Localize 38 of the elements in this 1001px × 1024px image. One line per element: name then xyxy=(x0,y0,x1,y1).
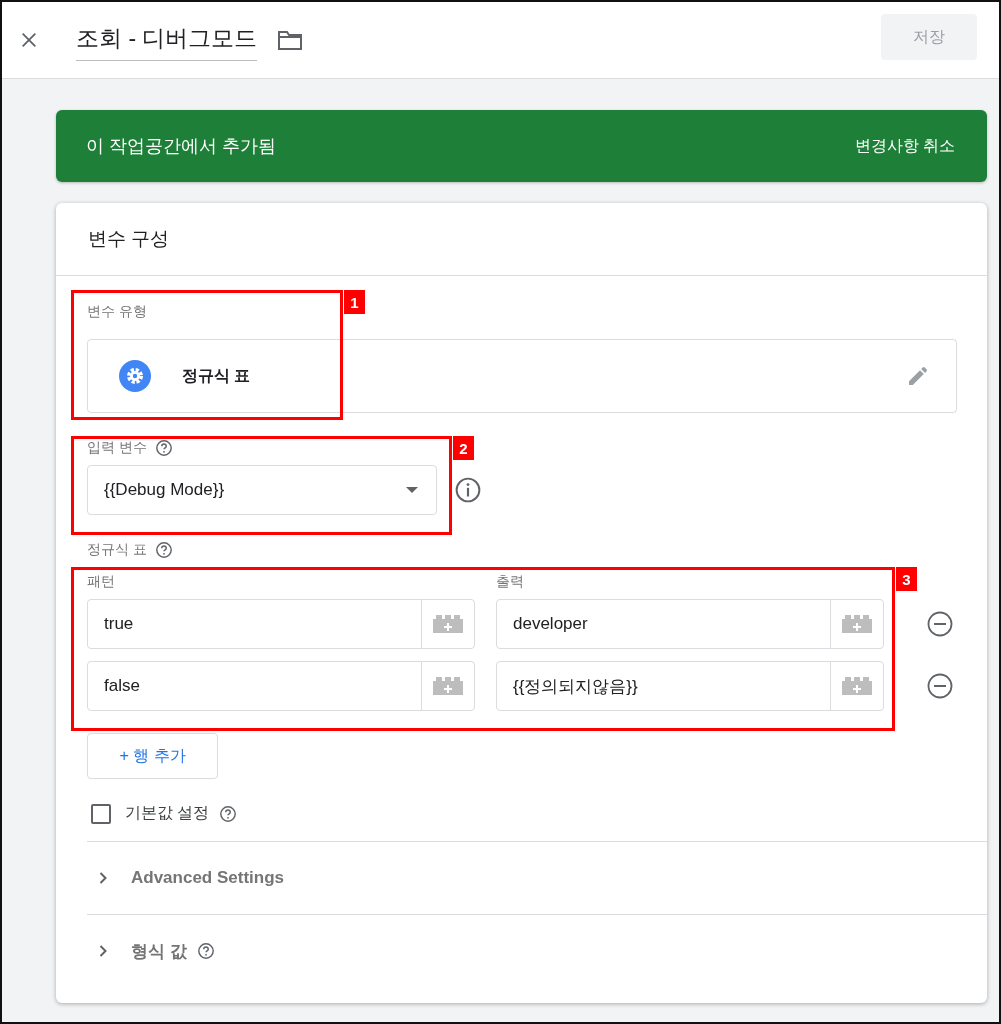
help-icon[interactable] xyxy=(154,541,173,559)
tag-title[interactable]: 조회 - 디버그모드 xyxy=(76,19,258,61)
annotation-number: 1 xyxy=(344,290,365,314)
help-icon[interactable] xyxy=(196,942,215,960)
add-row-button[interactable]: + 행 추가 xyxy=(87,733,218,779)
output-field[interactable]: developer xyxy=(496,599,884,649)
field-label: 정규식 표 xyxy=(87,541,147,559)
field-label: 입력 변수 xyxy=(87,439,147,457)
card-title: 변수 구성 xyxy=(56,203,987,276)
chevron-icon[interactable] xyxy=(99,945,107,957)
remove-row-icon[interactable] xyxy=(927,611,953,637)
edit-icon[interactable] xyxy=(906,364,930,388)
help-icon[interactable] xyxy=(219,804,238,823)
input-variable-dropdown[interactable]: {{Debug Mode}} xyxy=(87,465,437,515)
remove-row-icon[interactable] xyxy=(927,673,953,699)
help-icon[interactable] xyxy=(154,439,173,457)
annotation-number: 3 xyxy=(896,567,917,591)
pattern-field[interactable]: false xyxy=(87,661,475,711)
banner-message: 이 작업공간에서 추가됨 xyxy=(86,135,276,158)
field-label: 변수 유형 xyxy=(87,303,147,319)
variable-type-name: 정규식 표 xyxy=(182,365,251,386)
checkbox-label: 기본값 설정 xyxy=(125,803,210,823)
gear-icon xyxy=(119,360,151,392)
output-field[interactable]: {{정의되지않음}} xyxy=(496,661,884,711)
column-header: 출력 xyxy=(496,573,525,591)
section-header[interactable]: Advanced Settings xyxy=(131,868,285,888)
discard-changes-link[interactable]: 변경사항 취소 xyxy=(854,135,955,157)
close-icon[interactable] xyxy=(20,31,38,49)
annotation-number: 2 xyxy=(453,436,474,460)
folder-icon[interactable] xyxy=(277,29,304,51)
info-icon[interactable] xyxy=(455,477,481,503)
caret-icon xyxy=(406,487,418,493)
pattern-field[interactable]: true xyxy=(87,599,475,649)
variable-type-card[interactable]: 정규식 표 xyxy=(87,339,957,413)
chevron-icon[interactable] xyxy=(99,872,107,884)
checkbox[interactable] xyxy=(91,803,111,824)
column-header: 패턴 xyxy=(87,573,116,591)
section-header[interactable]: 형식 값 xyxy=(131,939,187,963)
